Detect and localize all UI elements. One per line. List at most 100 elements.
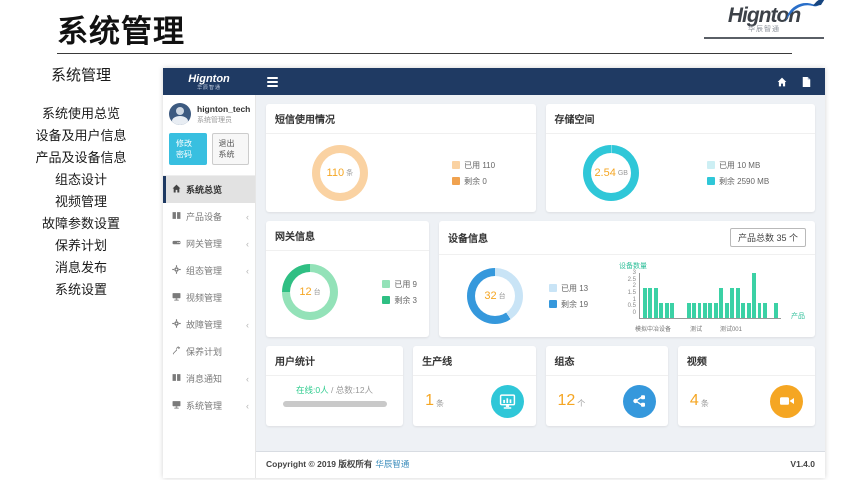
legend-swatch — [452, 161, 460, 169]
app-logo-tagline: 华辰智通 — [163, 84, 255, 93]
sidebar-menu: 系统总览 产品设备 ‹ 网关管理 ‹ 组态管理 ‹ — [163, 175, 255, 419]
stat-unit: 条 — [436, 398, 444, 409]
bar-xtick-label: 测试 — [690, 324, 702, 333]
menu-item-config-design[interactable]: 组态设计 — [0, 169, 162, 191]
online-count: 在线:0人 — [296, 385, 329, 395]
menu-item-fault-param-settings[interactable]: 故障参数设置 — [0, 213, 162, 235]
menu-item-system-usage-overview[interactable]: 系统使用总览 — [0, 103, 162, 125]
app-logo[interactable]: Hignton 华辰智通 — [163, 71, 255, 93]
document-icon[interactable] — [802, 77, 811, 87]
book-icon — [172, 373, 181, 384]
sidebar-item-fault-management[interactable]: 故障管理 ‹ — [163, 311, 255, 338]
chevron-left-icon: ‹ — [246, 241, 249, 247]
menu-item-device-user-info[interactable]: 设备及用户信息 — [0, 125, 162, 147]
brand-logo: Hignton 华辰智通 — [704, 6, 824, 39]
sidebar-item-message-notification[interactable]: 消息通知 ‹ — [163, 365, 255, 392]
legend-swatch — [382, 280, 390, 288]
antelope-logo-icon — [782, 0, 828, 29]
sidebar-item-product-device[interactable]: 产品设备 ‹ — [163, 203, 255, 230]
legend-label: 剩余 0 — [464, 176, 487, 187]
card-title: 网关信息 — [275, 228, 315, 243]
home-icon — [172, 184, 181, 195]
legend-item-remaining[interactable]: 剩余 3 — [382, 295, 417, 306]
wrench-icon — [172, 346, 181, 357]
sms-donut-chart: 110条 — [312, 145, 368, 201]
sidebar-item-config-management[interactable]: 组态管理 ‹ — [163, 257, 255, 284]
sidebar-item-label: 消息通知 — [186, 372, 222, 385]
legend-item-used[interactable]: 已用 9 — [382, 279, 417, 290]
menu-item-maintenance-plan[interactable]: 保养计划 — [0, 235, 162, 257]
gateway-info-card: 网关信息 12台 已用 9 剩余 3 — [266, 221, 429, 337]
config-count-card: 组态 12 个 — [546, 346, 668, 426]
bar-plot — [639, 273, 781, 319]
legend-swatch — [549, 284, 557, 292]
logout-button[interactable]: 退出系统 — [212, 133, 250, 165]
sidebar-item-system-management[interactable]: 系统管理 ‹ — [163, 392, 255, 419]
legend-swatch — [549, 300, 557, 308]
chevron-left-icon: ‹ — [246, 403, 249, 409]
total-count: / 总数:12人 — [329, 385, 373, 395]
app-header: Hignton 华辰智通 — [163, 68, 825, 95]
legend-item-remaining[interactable]: 剩余 19 — [549, 299, 588, 310]
device-donut-chart: 32台 — [467, 268, 523, 324]
desktop-icon — [172, 400, 181, 411]
app-main: 短信使用情况 110条 已用 110 剩余 0 存储空间 — [256, 95, 825, 478]
product-total-badge[interactable]: 产品总数 35 个 — [730, 228, 806, 247]
sidebar-item-video-management[interactable]: 视频管理 — [163, 284, 255, 311]
storage-donut-chart: 2.54GB — [583, 145, 639, 201]
sidebar-item-label: 产品设备 — [186, 210, 222, 223]
stat-value: 4 — [690, 392, 699, 410]
legend-label: 已用 10 MB — [719, 160, 760, 171]
user-stats-card: 用户统计 在线:0人 / 总数:12人 — [266, 346, 403, 426]
card-title: 视频 — [687, 353, 707, 368]
book-icon — [172, 211, 181, 222]
app-sidebar: hignton_tech 系统管理员 修改密码 退出系统 系统总览 产品设备 ‹ — [163, 95, 256, 478]
chevron-left-icon: ‹ — [246, 376, 249, 382]
sidebar-item-maintenance-plan[interactable]: 保养计划 — [163, 338, 255, 365]
bar-xticks: 模拟中冶设备 测试 测试001 — [639, 324, 781, 332]
sidebar-item-label: 系统总览 — [186, 183, 222, 196]
hdd-icon — [172, 238, 181, 249]
sidebar-item-gateway-management[interactable]: 网关管理 ‹ — [163, 230, 255, 257]
company-link[interactable]: 华辰智通 — [375, 458, 409, 470]
sidebar-item-label: 组态管理 — [186, 264, 222, 277]
menu-item-video-management[interactable]: 视频管理 — [0, 191, 162, 213]
legend-label: 剩余 3 — [394, 295, 417, 306]
legend-item-used[interactable]: 已用 110 — [452, 160, 495, 171]
chevron-left-icon: ‹ — [246, 268, 249, 274]
donut-unit: 台 — [314, 287, 321, 297]
legend-label: 剩余 19 — [561, 299, 588, 310]
user-name: hignton_tech — [197, 104, 250, 114]
legend-item-remaining[interactable]: 剩余 0 — [452, 176, 495, 187]
legend-item-used[interactable]: 已用 13 — [549, 283, 588, 294]
production-line-card: 生产线 1 条 — [413, 346, 535, 426]
bar-xtick-label: 测试001 — [720, 324, 742, 333]
legend-swatch — [707, 161, 715, 169]
legend-label: 已用 13 — [561, 283, 588, 294]
version-label: V1.4.0 — [790, 459, 815, 469]
video-camera-icon — [770, 385, 803, 418]
sidebar-item-system-overview[interactable]: 系统总览 — [163, 176, 255, 203]
change-password-button[interactable]: 修改密码 — [169, 133, 207, 165]
sidebar-item-label: 保养计划 — [186, 345, 222, 358]
menu-toggle-icon[interactable] — [267, 75, 278, 89]
card-title: 生产线 — [422, 353, 452, 368]
donut-unit: 条 — [346, 168, 353, 178]
menu-item-product-device-info[interactable]: 产品及设备信息 — [0, 147, 162, 169]
donut-value: 2.54 — [594, 167, 615, 179]
menu-item-message-publish[interactable]: 消息发布 — [0, 257, 162, 279]
page-title: 系统管理 — [57, 6, 185, 51]
cogs-icon — [172, 265, 181, 276]
card-title: 存储空间 — [555, 111, 595, 126]
copyright-text: Copyright © 2019 版权所有 — [266, 458, 372, 470]
home-icon[interactable] — [777, 77, 787, 87]
legend-item-used[interactable]: 已用 10 MB — [707, 160, 769, 171]
sidebar-item-label: 网关管理 — [186, 237, 222, 250]
donut-value: 12 — [299, 286, 311, 298]
legend-item-remaining[interactable]: 剩余 2590 MB — [707, 176, 769, 187]
cogs-icon — [172, 319, 181, 330]
stat-unit: 个 — [577, 398, 585, 409]
bar-chart-xlabel: 产品 — [791, 311, 805, 321]
menu-item-system-settings[interactable]: 系统设置 — [0, 279, 162, 301]
bar-yticks: 32.521.510.50 — [615, 273, 636, 319]
